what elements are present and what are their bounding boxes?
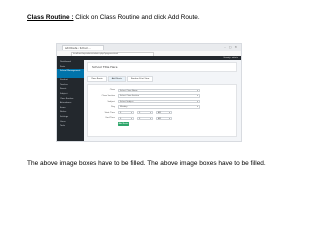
admin-user[interactable]: Howdy, admin [224, 56, 238, 60]
end-ampm-select[interactable]: AM [156, 116, 172, 122]
form-row: Day Monday [92, 105, 232, 110]
class-select[interactable]: Select Class Name [118, 88, 200, 94]
page-title: School Title Here [87, 62, 237, 72]
field-label: End Time [105, 117, 115, 120]
add-route-button[interactable]: Add Route [118, 121, 129, 126]
field-label: Day [111, 106, 115, 109]
form-row: Start Time 0 0 AM [92, 110, 232, 116]
sidebar-item-school-management[interactable]: School Management [57, 69, 84, 79]
instruction-text: Click on Class Routine and click Add Rou… [73, 14, 200, 21]
tab-add-route[interactable]: Add Route [107, 76, 127, 82]
admin-bar: Howdy, admin [57, 56, 241, 60]
embedded-screenshot: Add Route ‹ School … – ▢ ✕ localhost/wp-… [56, 43, 242, 142]
start-time-group: 0 0 AM [118, 111, 172, 116]
section-select[interactable]: Select Class Section [118, 94, 200, 99]
start-hour-select[interactable]: 0 [118, 111, 134, 116]
instruction-heading: Class Routine : Click on Class Routine a… [27, 14, 200, 21]
field-label: Subject [107, 100, 115, 103]
tab-bar: Class Route Add Route Routine Print View [87, 76, 237, 82]
admin-sidebar: Dashboard Posts School Management Studen… [57, 60, 84, 141]
form-row: End Time 0 0 AM [92, 116, 232, 122]
field-label: Class [109, 89, 115, 92]
caption-text: The above image boxes have to be filled.… [27, 160, 266, 167]
end-time-group: 0 0 AM [118, 116, 172, 122]
end-hour-select[interactable]: 0 [118, 116, 134, 122]
start-minute-select[interactable]: 0 [137, 111, 153, 116]
field-label: Start Time [104, 111, 115, 114]
field-label: Class Section [101, 94, 115, 97]
section-label: Class Routine : [27, 14, 74, 21]
subject-select[interactable]: Select Subject [118, 99, 200, 105]
tab-routine-print-view[interactable]: Routine Print View [127, 76, 154, 82]
add-route-form: Class Select Class Name Class Section Se… [87, 84, 237, 137]
main-content: School Title Here Class Route Add Route … [87, 62, 237, 141]
day-select[interactable]: Monday [118, 105, 200, 110]
form-row: Class Select Class Name [92, 88, 232, 94]
form-row: Subject Select Subject [92, 99, 232, 105]
sidebar-item[interactable]: Tools [57, 124, 84, 129]
form-row: Class Section Select Class Section [92, 94, 232, 99]
start-ampm-select[interactable]: AM [156, 111, 172, 116]
tab-class-route[interactable]: Class Route [87, 76, 107, 82]
browser-tab[interactable]: Add Route ‹ School … [62, 45, 104, 50]
window-controls[interactable]: – ▢ ✕ [224, 45, 238, 49]
end-minute-select[interactable]: 0 [137, 116, 153, 122]
